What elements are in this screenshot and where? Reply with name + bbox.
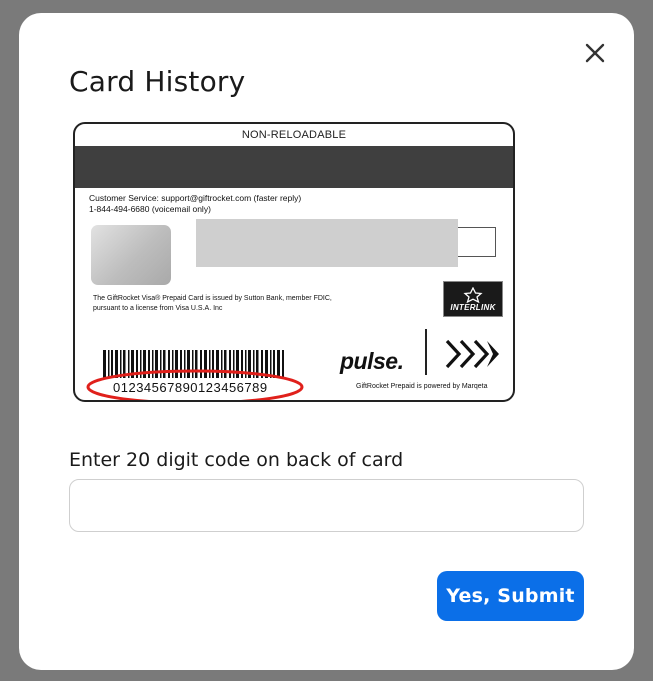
- issuer-line-2: pursuant to a license from Visa U.S.A. I…: [93, 305, 223, 312]
- pulse-logo: pulse.: [340, 348, 404, 374]
- customer-service-line-1: Customer Service: support@giftrocket.com…: [89, 193, 302, 203]
- signature-strip: [196, 219, 458, 267]
- powered-by-text: GiftRocket Prepaid is powered by Marqeta: [356, 383, 488, 390]
- card-hologram: [91, 225, 171, 285]
- issuer-line-1: The GiftRocket Visa® Prepaid Card is iss…: [93, 295, 332, 302]
- logo-divider: [425, 329, 427, 375]
- card-code-input[interactable]: [69, 479, 584, 532]
- close-icon: [585, 43, 605, 63]
- cvv-box: [458, 227, 496, 257]
- interlink-logo: INTERLINK: [443, 281, 503, 317]
- interlink-star-icon: [463, 286, 483, 303]
- barcode: [103, 350, 284, 378]
- network-chevrons-icon: [445, 339, 499, 369]
- interlink-label: INTERLINK: [450, 302, 496, 312]
- card-back-illustration: NON-RELOADABLE Customer Service: support…: [73, 122, 515, 402]
- close-button[interactable]: [581, 39, 609, 67]
- code-input-label: Enter 20 digit code on back of card: [69, 449, 404, 471]
- modal-title: Card History: [69, 65, 246, 98]
- customer-service-line-2: 1-844-494-6680 (voicemail only): [89, 204, 211, 214]
- card-top-label: NON-RELOADABLE: [241, 129, 347, 141]
- submit-button[interactable]: Yes, Submit: [437, 571, 584, 621]
- magnetic-stripe: [75, 146, 513, 188]
- card-history-modal: Card History NON-RELOADABLE Customer Ser…: [19, 13, 634, 670]
- card-number: 01234567890123456789: [113, 380, 268, 395]
